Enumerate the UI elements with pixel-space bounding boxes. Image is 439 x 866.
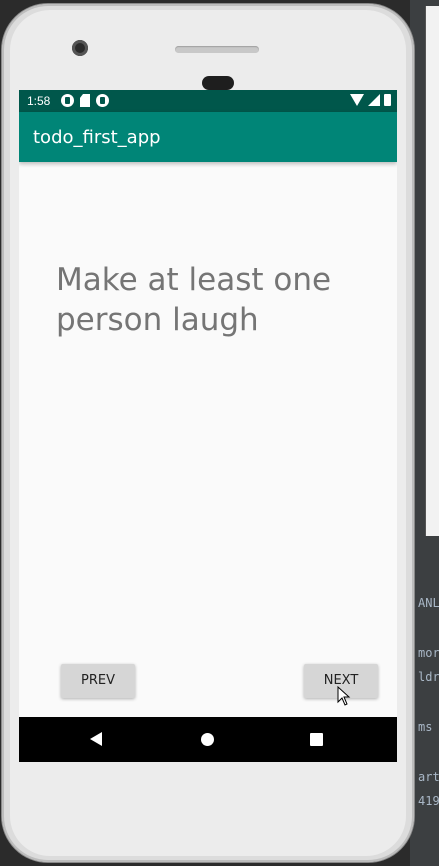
earpiece-speaker — [175, 46, 259, 53]
signal-icon — [368, 94, 380, 106]
todo-text: Make at least one person laugh — [56, 262, 332, 338]
notification-icon — [96, 94, 109, 107]
recents-icon[interactable] — [310, 733, 323, 746]
status-notification-icons — [61, 94, 109, 107]
home-icon[interactable] — [201, 733, 214, 746]
prev-button[interactable]: PREV — [61, 664, 135, 698]
notification-icon — [61, 94, 74, 107]
navigation-bar — [19, 717, 397, 762]
ide-text-line: 419 — [418, 794, 439, 808]
status-time: 1:58 — [27, 94, 51, 108]
app-bar: todo_first_app — [19, 112, 397, 162]
proximity-sensor — [202, 76, 234, 90]
battery-icon — [384, 94, 391, 106]
ide-text-line: mor — [418, 646, 439, 660]
back-icon[interactable] — [90, 732, 102, 746]
ide-preview-panel — [425, 6, 439, 536]
ide-text-line: art — [418, 770, 439, 784]
status-system-icons — [350, 94, 391, 106]
status-bar: 1:58 — [19, 90, 397, 112]
sd-card-icon — [80, 94, 90, 107]
ide-text-line: ANL — [418, 596, 439, 610]
ide-text-line: ms — [418, 720, 433, 734]
app-title: todo_first_app — [33, 127, 161, 148]
device-screen: 1:58 todo_first_app Make at least one pe… — [19, 90, 397, 762]
wifi-icon — [350, 94, 364, 106]
mouse-cursor-icon — [337, 686, 351, 706]
front-camera — [72, 40, 88, 56]
ide-text-line: ldr — [418, 670, 439, 684]
